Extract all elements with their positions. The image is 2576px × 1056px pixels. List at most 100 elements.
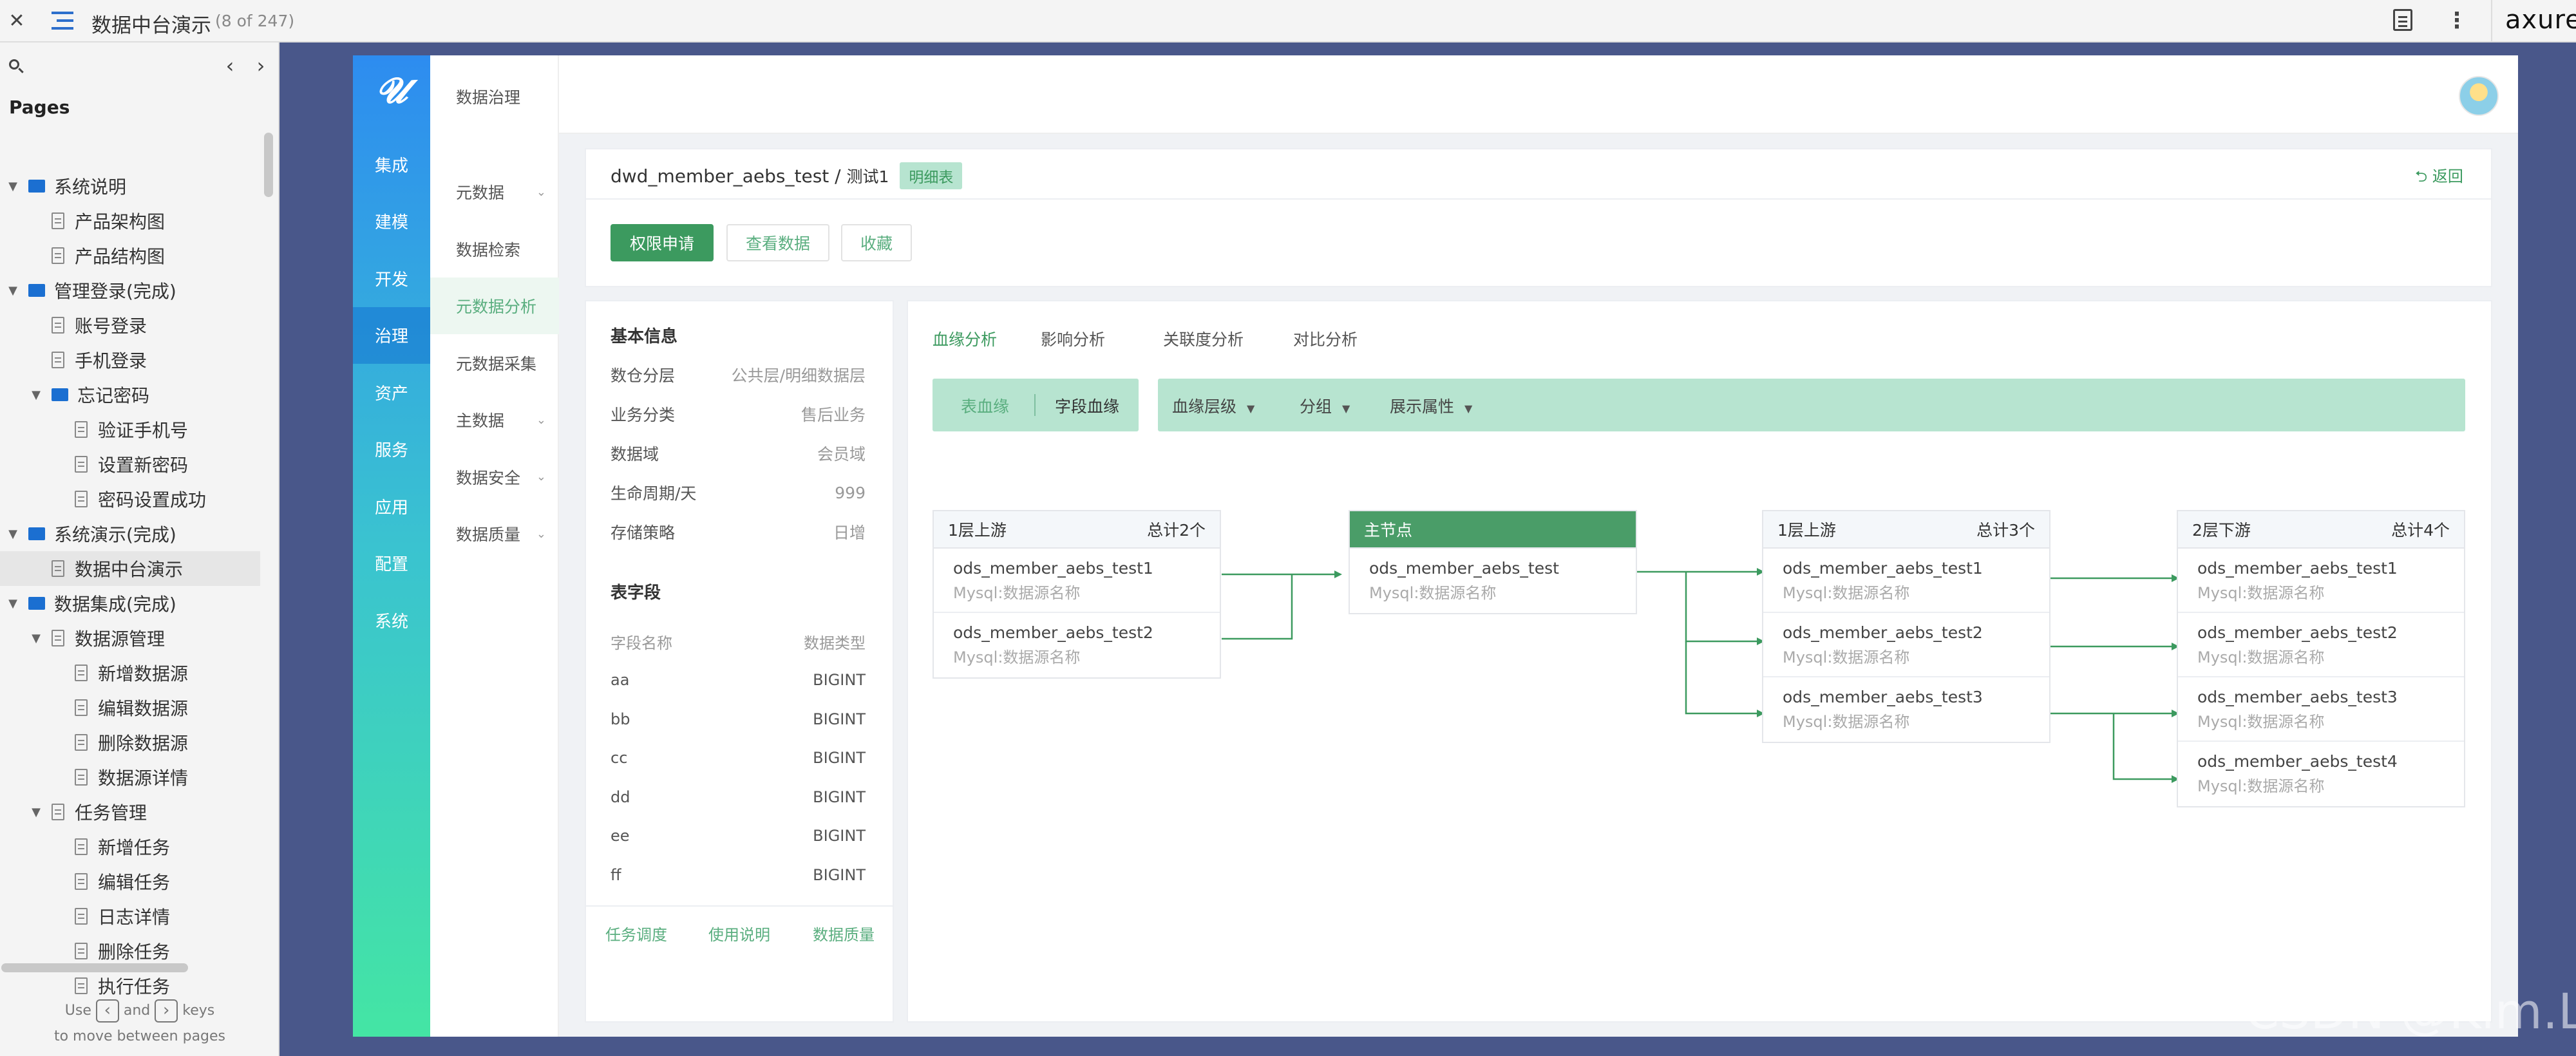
- folder-icon: [28, 527, 45, 540]
- page-tree-item[interactable]: 数据源详情: [0, 760, 260, 795]
- header-divider: [586, 198, 2491, 200]
- rail-item[interactable]: 服务: [353, 421, 430, 478]
- analysis-card: 血缘分析 影响分析 关联度分析 对比分析 表血缘 字段血缘 血缘层级 ▼ 分组 ▼ 展示属性 ▼: [907, 300, 2492, 1023]
- caret-down-icon[interactable]: ▼: [30, 806, 43, 819]
- lineage-node-header: 2层下游 总计4个: [2178, 511, 2464, 549]
- page-icon: [75, 491, 88, 507]
- page-tree-item[interactable]: ▼ 系统演示(完成): [0, 516, 260, 551]
- page-tree-label: 删除数据源: [98, 733, 189, 754]
- lineage-table-item[interactable]: ods_member_aebs_test3 Mysql:数据源名称: [1763, 677, 2049, 742]
- user-avatar[interactable]: [2459, 76, 2499, 116]
- page-tree-item[interactable]: 密码设置成功: [0, 482, 260, 516]
- subnav-item[interactable]: 数据质量 ⌄: [430, 505, 559, 562]
- chevron-down-icon: ⌄: [536, 185, 546, 199]
- field-row: cc BIGINT: [586, 739, 890, 777]
- vertical-scrollbar[interactable]: [264, 133, 273, 197]
- lineage-table-item[interactable]: ods_member_aebs_test2 Mysql:数据源名称: [2178, 613, 2464, 677]
- page-tree-item[interactable]: 编辑数据源: [0, 690, 260, 725]
- view-data-button[interactable]: 查看数据: [726, 224, 829, 261]
- subnav-item[interactable]: 主数据 ⌄: [430, 391, 559, 448]
- page-tree-item[interactable]: ▼ 数据源管理: [0, 621, 260, 655]
- page-tree-item[interactable]: 新增数据源: [0, 655, 260, 690]
- page-tree-item[interactable]: 手机登录: [0, 343, 260, 377]
- notes-icon[interactable]: [2393, 9, 2412, 31]
- page-icon: [52, 212, 64, 229]
- lineage-table-item[interactable]: ods_member_aebs_test2 Mysql:数据源名称: [934, 613, 1220, 677]
- info-row: 数据域 会员域: [586, 434, 890, 473]
- rail-item[interactable]: 建模: [353, 193, 430, 250]
- page-tree-item[interactable]: ▼ 管理登录(完成): [0, 273, 260, 308]
- lineage-table-item[interactable]: ods_member_aebs_test1 Mysql:数据源名称: [1763, 549, 2049, 613]
- lineage-table-name: ods_member_aebs_test3: [1783, 688, 1983, 706]
- next-page-icon[interactable]: ›: [251, 53, 270, 79]
- footer-link[interactable]: 使用说明: [708, 922, 770, 945]
- caret-down-icon[interactable]: ▼: [30, 388, 43, 402]
- caret-down-icon[interactable]: ▼: [6, 527, 19, 541]
- page-tree-item[interactable]: 设置新密码: [0, 447, 260, 482]
- subnav-item[interactable]: 数据检索: [430, 221, 559, 278]
- page-icon: [52, 804, 64, 820]
- favorite-button[interactable]: 收藏: [841, 224, 912, 261]
- lineage-table-item[interactable]: ods_member_aebs_test2 Mysql:数据源名称: [1763, 613, 2049, 677]
- subnav-item[interactable]: 元数据 ⌄: [430, 164, 559, 220]
- app-logo-icon: 𝓤: [376, 70, 407, 111]
- page-icon: [75, 943, 88, 959]
- field-name: dd: [611, 787, 630, 806]
- prev-page-icon[interactable]: ‹: [220, 53, 240, 79]
- field-row: ee BIGINT: [586, 816, 890, 855]
- caret-down-icon[interactable]: ▼: [30, 632, 43, 645]
- lineage-table-name: ods_member_aebs_test1: [2197, 559, 2398, 578]
- lineage-node-title: 2层下游: [2192, 521, 2251, 540]
- subnav-item[interactable]: 元数据分析: [430, 278, 559, 334]
- subnav-item[interactable]: 数据安全 ⌄: [430, 449, 559, 505]
- horizontal-scrollbar[interactable]: [1, 963, 188, 972]
- page-tree-item[interactable]: 产品架构图: [0, 203, 260, 238]
- page-tree-label: 管理登录(完成): [54, 281, 176, 302]
- more-icon[interactable]: ⋮: [2446, 6, 2468, 35]
- menu-icon[interactable]: [52, 10, 73, 31]
- folder-icon: [28, 180, 45, 193]
- page-tree-item[interactable]: 日志详情: [0, 899, 260, 934]
- rail-item[interactable]: 应用: [353, 478, 430, 534]
- page-tree-item[interactable]: ▼ 任务管理: [0, 795, 260, 829]
- page-tree-item[interactable]: 账号登录: [0, 308, 260, 343]
- page-tree-item[interactable]: ▼ 忘记密码: [0, 377, 260, 412]
- page-tree-label: 数据源详情: [98, 768, 189, 789]
- page-tree-item[interactable]: ▼ 系统说明: [0, 169, 260, 203]
- search-icon[interactable]: [6, 57, 26, 76]
- lineage-table-item[interactable]: ods_member_aebs_test1 Mysql:数据源名称: [2178, 549, 2464, 613]
- caret-down-icon[interactable]: ▼: [6, 180, 19, 193]
- rail-item[interactable]: 集成: [353, 136, 430, 193]
- lineage-table-source: Mysql:数据源名称: [1369, 584, 1497, 602]
- rail-item[interactable]: 配置: [353, 535, 430, 592]
- caret-down-icon[interactable]: ▼: [6, 597, 19, 610]
- lineage-table-item[interactable]: ods_member_aebs_test4 Mysql:数据源名称: [2178, 742, 2464, 806]
- page-tree-item[interactable]: 编辑任务: [0, 864, 260, 899]
- page-tree-item[interactable]: 验证手机号: [0, 412, 260, 447]
- rail-item[interactable]: 开发: [353, 250, 430, 306]
- footer-link[interactable]: 任务调度: [605, 922, 667, 945]
- rail-item[interactable]: 资产: [353, 364, 430, 420]
- page-tree-item[interactable]: 新增任务: [0, 829, 260, 864]
- lineage-node-header: 主节点: [1350, 511, 1636, 549]
- footer-link[interactable]: 数据质量: [813, 922, 875, 945]
- apply-permission-button[interactable]: 权限申请: [611, 224, 714, 261]
- subnav-item-label: 数据安全: [456, 468, 521, 487]
- caret-down-icon[interactable]: ▼: [6, 284, 19, 297]
- fields-title: 表字段: [611, 583, 661, 603]
- page-tree-item[interactable]: 产品结构图: [0, 238, 260, 273]
- lineage-table-item[interactable]: ods_member_aebs_test3 Mysql:数据源名称: [2178, 677, 2464, 742]
- page-tree-item[interactable]: 数据中台演示: [0, 551, 260, 586]
- lineage-table-item[interactable]: ods_member_aebs_test Mysql:数据源名称: [1350, 549, 1636, 613]
- rail-item[interactable]: 系统: [353, 592, 430, 648]
- page-icon: [75, 456, 88, 473]
- lineage-table-item[interactable]: ods_member_aebs_test1 Mysql:数据源名称: [934, 549, 1220, 613]
- rail-item[interactable]: 治理: [353, 306, 430, 364]
- page-tree-item[interactable]: ▼ 数据集成(完成): [0, 586, 260, 621]
- page-tree-item[interactable]: 删除数据源: [0, 725, 260, 760]
- back-label: 返回: [2432, 167, 2463, 185]
- close-icon[interactable]: ✕: [4, 8, 30, 33]
- back-link[interactable]: ⮌ 返回: [2415, 164, 2463, 192]
- subnav-item[interactable]: 元数据采集: [430, 335, 559, 391]
- field-name: cc: [611, 749, 628, 767]
